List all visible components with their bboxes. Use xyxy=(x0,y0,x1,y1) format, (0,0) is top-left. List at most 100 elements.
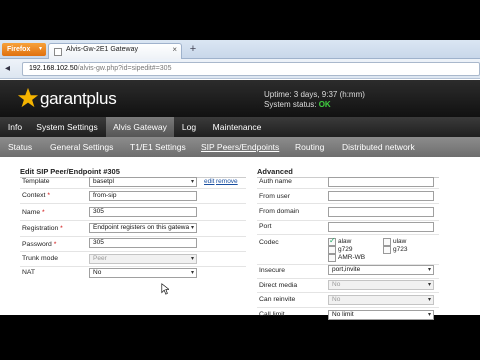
insecure-select[interactable]: port,invite ▾ xyxy=(328,265,434,275)
browser-tab[interactable]: Alvis-Gw-2E1 Gateway × xyxy=(48,43,182,59)
url-text: 192.168.102.50/alvis-gw.php?id=sipedit#=… xyxy=(29,65,171,72)
required-marker: * xyxy=(42,209,45,216)
row-divider xyxy=(20,188,246,189)
context-label-text: Context xyxy=(22,192,46,199)
row-divider xyxy=(257,292,439,293)
codec-amr-wb-label: AMR-WB xyxy=(338,254,366,261)
new-tab-button[interactable]: + xyxy=(187,43,199,56)
url-path: /alvis-gw.php?id=sipedit#=305 xyxy=(77,65,172,72)
auth-name-input[interactable] xyxy=(328,177,434,187)
chevron-down-icon: ▾ xyxy=(190,256,194,262)
star-logo-icon xyxy=(17,87,39,108)
edit-section-title: Edit SIP Peer/Endpoint #305 xyxy=(20,167,120,176)
codec-amr-wb-checkbox[interactable] xyxy=(328,254,336,262)
page-favicon-icon xyxy=(54,48,62,56)
advanced-section-title: Advanced xyxy=(257,167,293,176)
direct-media-value: No xyxy=(332,281,341,288)
registration-label: Registration * xyxy=(22,225,63,232)
row-divider xyxy=(257,220,439,221)
chevron-down-icon: ▾ xyxy=(190,270,194,276)
codec-alaw-checkbox[interactable] xyxy=(328,236,336,246)
direct-media-select[interactable]: No ▾ xyxy=(328,280,434,290)
chevron-down-icon: ▾ xyxy=(190,179,194,185)
nat-select[interactable]: No ▾ xyxy=(89,268,197,278)
url-host: 192.168.102.50 xyxy=(29,65,78,72)
codec-ulaw-label: ulaw xyxy=(393,238,407,245)
template-select[interactable]: basetpl ▾ xyxy=(89,177,197,187)
logo-text: garantplus xyxy=(40,89,117,108)
codec-g729-checkbox[interactable] xyxy=(328,246,336,254)
chevron-down-icon: ▾ xyxy=(190,225,194,231)
main-content: Edit SIP Peer/Endpoint #305 Template bas… xyxy=(0,157,480,320)
row-divider xyxy=(257,278,439,279)
port-input[interactable] xyxy=(328,222,434,232)
codec-ulaw-checkbox[interactable] xyxy=(383,238,391,246)
remove-template-link[interactable]: remove xyxy=(216,178,238,185)
password-input[interactable]: 305 xyxy=(89,238,197,248)
menu-item-system-settings[interactable]: System Settings xyxy=(31,117,103,137)
submenu-item-general-settings[interactable]: General Settings xyxy=(50,137,113,157)
call-limit-select[interactable]: No limit ▾ xyxy=(328,310,434,320)
direct-media-label: Direct media xyxy=(259,282,298,289)
menu-item-alvis-gateway[interactable]: Alvis Gateway xyxy=(106,117,174,137)
context-label: Context * xyxy=(22,192,50,199)
nat-label: NAT xyxy=(22,269,36,276)
context-input[interactable]: from-sip xyxy=(89,191,197,201)
sub-menu: Status General Settings T1/E1 Settings S… xyxy=(0,137,480,157)
call-limit-value: No limit xyxy=(332,311,354,318)
from-domain-label: From domain xyxy=(259,208,300,215)
row-divider xyxy=(257,203,439,204)
firefox-menu-button[interactable]: Firefox ▾ xyxy=(2,43,46,56)
can-reinvite-label: Can reinvite xyxy=(259,296,296,303)
codec-g723-checkbox[interactable] xyxy=(383,246,391,254)
tab-title: Alvis-Gw-2E1 Gateway xyxy=(66,46,138,53)
navigation-bar: ◂ 192.168.102.50/alvis-gw.php?id=sipedit… xyxy=(0,59,480,79)
chevron-down-icon: ▾ xyxy=(427,312,431,318)
insecure-value: port,invite xyxy=(332,266,361,273)
chevron-down-icon: ▾ xyxy=(427,282,431,288)
edit-template-link[interactable]: edit xyxy=(204,178,214,185)
uptime-line: Uptime: 3 days, 9:37 (h:mm) xyxy=(264,90,365,99)
menu-item-log[interactable]: Log xyxy=(177,117,201,137)
address-bar[interactable]: 192.168.102.50/alvis-gw.php?id=sipedit#=… xyxy=(22,62,480,76)
auth-name-label: Auth name xyxy=(259,178,292,185)
menu-item-info[interactable]: Info xyxy=(3,117,27,137)
main-menu: Info System Settings Alvis Gateway Log M… xyxy=(0,117,480,137)
system-uptime: Uptime: 3 days, 9:37 (h:mm) System statu… xyxy=(264,90,365,110)
template-label: Template xyxy=(22,178,50,185)
insecure-label: Insecure xyxy=(259,267,286,274)
from-user-input[interactable] xyxy=(328,191,434,201)
row-divider xyxy=(20,203,246,204)
registration-label-text: Registration xyxy=(22,225,59,232)
name-input[interactable]: 305 xyxy=(89,207,197,217)
can-reinvite-select[interactable]: No ▾ xyxy=(328,295,434,305)
from-domain-input[interactable] xyxy=(328,207,434,217)
tab-bar: Firefox ▾ Alvis-Gw-2E1 Gateway × + xyxy=(0,40,480,59)
name-label-text: Name xyxy=(22,209,41,216)
row-divider xyxy=(20,251,246,252)
required-marker: * xyxy=(47,192,50,199)
template-value: basetpl xyxy=(93,178,114,185)
status-label: System status: xyxy=(264,100,319,109)
submenu-item-status[interactable]: Status xyxy=(8,137,32,157)
menu-item-maintenance[interactable]: Maintenance xyxy=(207,117,267,137)
submenu-item-sip-peers[interactable]: SIP Peers/Endpoints xyxy=(201,137,279,157)
codec-g723-label: g723 xyxy=(393,246,408,253)
submenu-item-routing[interactable]: Routing xyxy=(295,137,324,157)
trunk-mode-value: Peer xyxy=(93,255,107,262)
submenu-item-distributed-network[interactable]: Distributed network xyxy=(342,137,415,157)
chevron-down-icon: ▾ xyxy=(427,267,431,273)
codec-alaw-label: alaw xyxy=(338,238,352,245)
chevron-down-icon: ▾ xyxy=(427,297,431,303)
row-divider xyxy=(20,266,246,267)
name-label: Name * xyxy=(22,209,45,216)
submenu-item-t1e1-settings[interactable]: T1/E1 Settings xyxy=(130,137,186,157)
required-marker: * xyxy=(53,241,57,248)
back-arrow-icon[interactable]: ◂ xyxy=(5,63,18,76)
registration-select[interactable]: Endpoint registers on this gatewa ▾ xyxy=(89,223,197,233)
row-divider xyxy=(20,220,246,221)
system-status-line: System status: OK xyxy=(264,100,365,110)
trunk-mode-select[interactable]: Peer ▾ xyxy=(89,254,197,264)
close-tab-icon[interactable]: × xyxy=(172,45,177,54)
row-divider xyxy=(20,236,246,237)
